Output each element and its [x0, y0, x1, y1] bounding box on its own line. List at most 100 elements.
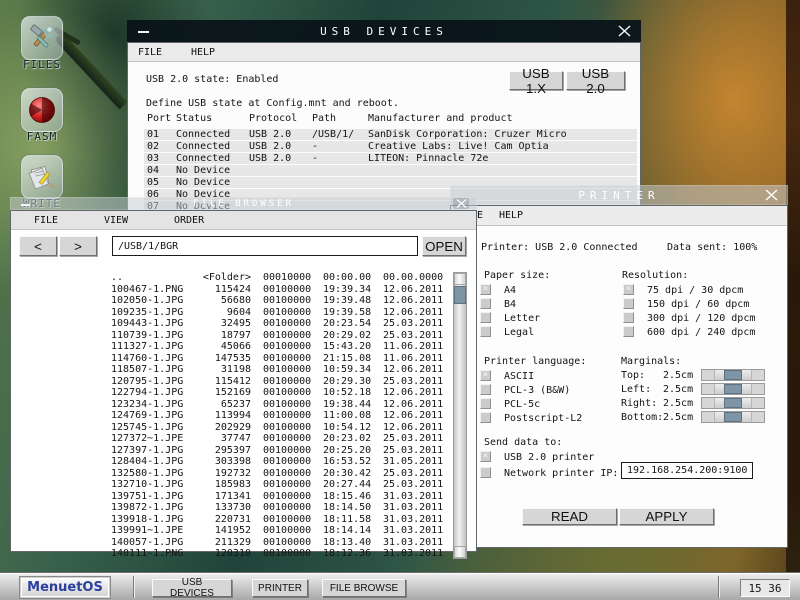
- file-row[interactable]: 118507-1.JPG 31198 00100000 10:59.34 12.…: [11, 364, 456, 376]
- file-row[interactable]: 140111-1.PNG 120310 00100000 18:12.36 31…: [11, 548, 456, 560]
- file-row[interactable]: 139872-1.JPG 133730 00100000 18:14.50 31…: [11, 502, 456, 514]
- desktop-icon-write[interactable]: [21, 155, 63, 199]
- desktop-icon-files[interactable]: [21, 16, 63, 60]
- checkbox[interactable]: [623, 298, 634, 309]
- margin-slider[interactable]: [701, 369, 765, 381]
- file-row[interactable]: 100467-1.PNG 115424 00100000 19:39.34 12…: [11, 284, 456, 296]
- file-row[interactable]: 127397-1.JPG 295397 00100000 20:25.20 25…: [11, 445, 456, 457]
- minimize-icon[interactable]: [138, 31, 149, 33]
- resolution-option[interactable]: 75 dpi / 30 dpcm: [623, 284, 783, 298]
- usb-port-row[interactable]: 01 Connected USB 2.0 /USB/1/ SanDisk Cor…: [128, 129, 640, 140]
- file-time: 18:14.50: [323, 502, 371, 513]
- scrollbar-bottom-cap[interactable]: [454, 546, 466, 558]
- read-button[interactable]: READ: [522, 508, 617, 525]
- printer-window-titlebar[interactable]: PRINTER: [450, 185, 788, 205]
- minimize-icon[interactable]: [21, 204, 30, 206]
- resolution-option[interactable]: 300 dpi / 120 dpcm: [623, 312, 783, 326]
- open-button[interactable]: OPEN: [422, 236, 466, 256]
- file-row[interactable]: 132580-1.JPG 192732 00100000 20:30.42 25…: [11, 468, 456, 480]
- slider-thumb[interactable]: [724, 412, 742, 422]
- task-button-usb-devices[interactable]: USB DEVICES: [152, 579, 232, 597]
- file-row[interactable]: 140057-1.JPG 211329 00100000 18:13.40 31…: [11, 537, 456, 549]
- desktop-icon-fasm-label[interactable]: FASM: [9, 130, 75, 143]
- menu-order[interactable]: ORDER: [174, 215, 204, 226]
- checkbox[interactable]: [623, 326, 634, 337]
- slider-thumb[interactable]: [724, 398, 742, 408]
- checkbox[interactable]: [480, 467, 491, 478]
- paper-size-option[interactable]: Letter: [480, 312, 620, 326]
- network-printer-ip-input[interactable]: [621, 462, 753, 479]
- usb-port-row[interactable]: 03 Connected USB 2.0 - LITEON: Pinnacle …: [128, 153, 640, 164]
- margin-slider[interactable]: [701, 383, 765, 395]
- file-browser-titlebar[interactable]: FILE BROWSER: [10, 197, 477, 210]
- file-row[interactable]: 120795-1.JPG 115412 00100000 20:29.30 25…: [11, 376, 456, 388]
- desktop-icon-files-label[interactable]: FILES: [9, 58, 75, 71]
- resolution-option[interactable]: 600 dpi / 240 dpcm: [623, 326, 783, 340]
- printer-language-option[interactable]: PCL-5c: [480, 398, 620, 412]
- file-row[interactable]: 123234-1.JPG 65237 00100000 19:38.44 12.…: [11, 399, 456, 411]
- file-row[interactable]: 127372~1.JPE 37747 00100000 20:23.02 25.…: [11, 433, 456, 445]
- checkbox[interactable]: [480, 412, 491, 423]
- printer-language-option[interactable]: PCL-3 (B&W): [480, 384, 620, 398]
- file-row[interactable]: 132710-1.JPG 185983 00100000 20:27.44 25…: [11, 479, 456, 491]
- file-row[interactable]: 139918-1.JPG 220731 00100000 18:11.58 31…: [11, 514, 456, 526]
- file-row[interactable]: 102050-1.JPG 56680 00100000 19:39.48 12.…: [11, 295, 456, 307]
- usb-port-row[interactable]: 04 No Device: [128, 165, 640, 176]
- file-row[interactable]: 111327-1.JPG 45066 00100000 15:43.20 11.…: [11, 341, 456, 353]
- checkbox[interactable]: [480, 298, 491, 309]
- checkbox[interactable]: [480, 384, 491, 395]
- printer-language-option[interactable]: Postscript-L2: [480, 412, 620, 426]
- desktop-icon-fasm[interactable]: [21, 88, 63, 132]
- checkbox[interactable]: [480, 326, 491, 337]
- margin-slider[interactable]: [701, 397, 765, 409]
- close-icon[interactable]: [453, 198, 469, 209]
- nav-forward-button[interactable]: >: [59, 236, 97, 256]
- file-row[interactable]: 122794-1.JPG 152169 00100000 10:52.18 12…: [11, 387, 456, 399]
- usb-1x-button[interactable]: USB 1.X: [509, 71, 563, 90]
- checkbox[interactable]: [480, 284, 491, 295]
- scrollbar-thumb[interactable]: [454, 286, 466, 304]
- file-row[interactable]: 125745-1.JPG 202929 00100000 10:54.12 12…: [11, 422, 456, 434]
- resolution-option[interactable]: 150 dpi / 60 dpcm: [623, 298, 783, 312]
- checkbox[interactable]: [623, 312, 634, 323]
- file-row[interactable]: 109235-1.JPG 9604 00100000 19:39.58 12.0…: [11, 307, 456, 319]
- checkbox[interactable]: [480, 451, 491, 462]
- task-button-printer[interactable]: PRINTER: [252, 579, 308, 597]
- file-row[interactable]: 128404-1.JPG 303398 00100000 16:53.52 31…: [11, 456, 456, 468]
- menu-file[interactable]: FILE: [34, 215, 58, 226]
- checkbox[interactable]: [480, 370, 491, 381]
- nav-back-button[interactable]: <: [19, 236, 57, 256]
- file-row[interactable]: .. <Folder> 00010000 00:00.00 00.00.0000: [11, 272, 456, 284]
- paper-size-option[interactable]: A4: [480, 284, 620, 298]
- slider-thumb[interactable]: [724, 370, 742, 380]
- paper-size-option[interactable]: B4: [480, 298, 620, 312]
- apply-button[interactable]: APPLY: [619, 508, 714, 525]
- file-row[interactable]: 109443-1.JPG 32495 00100000 20:23.54 25.…: [11, 318, 456, 330]
- file-row[interactable]: 110739-1.JPG 18797 00100000 20:29.02 25.…: [11, 330, 456, 342]
- checkbox[interactable]: [623, 284, 634, 295]
- scrollbar-top-cap[interactable]: [454, 273, 466, 285]
- menu-help[interactable]: HELP: [499, 210, 523, 221]
- paper-size-option[interactable]: Legal: [480, 326, 620, 340]
- menu-view[interactable]: VIEW: [104, 215, 128, 226]
- task-button-file-browse[interactable]: FILE BROWSE: [322, 579, 406, 597]
- file-row[interactable]: 139991~1.JPE 141952 00100000 18:14.14 31…: [11, 525, 456, 537]
- taskbar-clock[interactable]: 15 36: [740, 579, 790, 597]
- usb-window-titlebar[interactable]: USB DEVICES: [127, 20, 641, 42]
- file-row[interactable]: 124769-1.JPG 113994 00100000 11:00.08 12…: [11, 410, 456, 422]
- margin-slider[interactable]: [701, 411, 765, 423]
- printer-language-option[interactable]: ASCII: [480, 370, 620, 384]
- menu-help[interactable]: HELP: [191, 47, 215, 58]
- checkbox[interactable]: [480, 312, 491, 323]
- close-icon[interactable]: [617, 24, 631, 37]
- checkbox[interactable]: [480, 398, 491, 409]
- slider-thumb[interactable]: [724, 384, 742, 394]
- usb-20-button[interactable]: USB 2.0: [566, 71, 625, 90]
- path-input[interactable]: [112, 236, 418, 256]
- file-list-scrollbar[interactable]: [453, 272, 467, 559]
- file-row[interactable]: 139751-1.JPG 171341 00100000 18:15.46 31…: [11, 491, 456, 503]
- file-row[interactable]: 114760-1.JPG 147535 00100000 21:15.08 11…: [11, 353, 456, 365]
- usb-port-row[interactable]: 02 Connected USB 2.0 - Creative Labs: Li…: [128, 141, 640, 152]
- close-icon[interactable]: [764, 188, 778, 201]
- menu-file[interactable]: FILE: [138, 47, 162, 58]
